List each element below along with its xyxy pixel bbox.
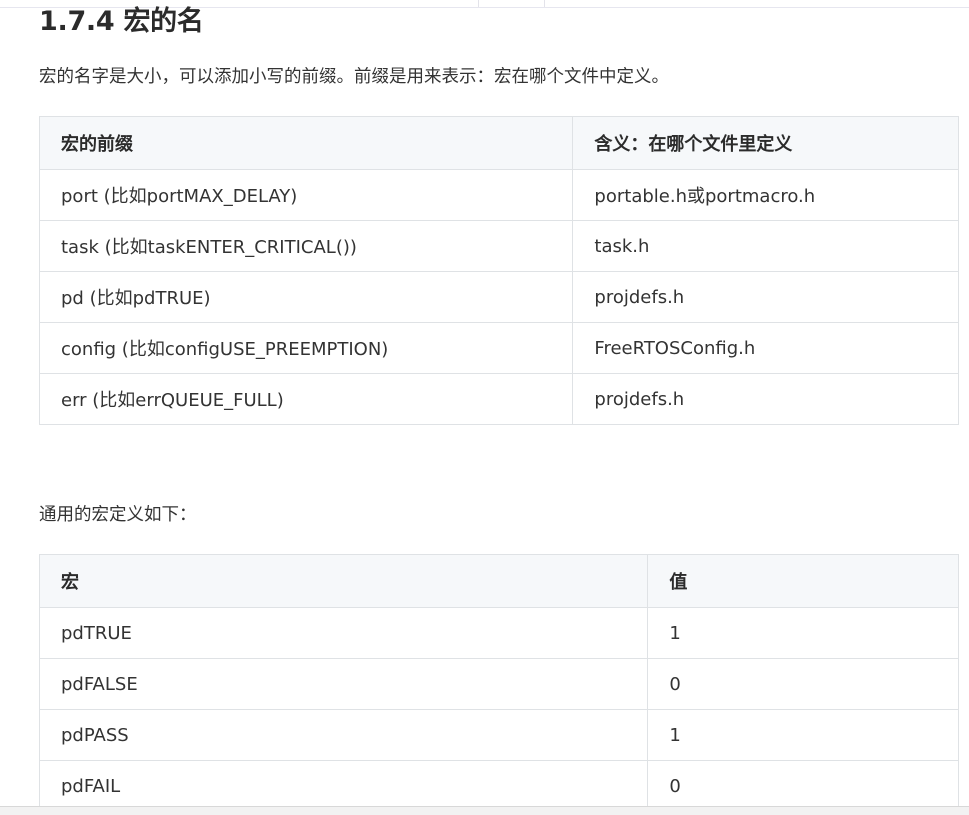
column-header-prefix: 宏的前缀 [38, 116, 574, 170]
prefix-cell: pd (比如pdTRUE) [38, 271, 574, 323]
macro-name-cell: pdPASS [38, 709, 649, 761]
table-header-row: 宏的前缀 含义：在哪个文件里定义 [38, 116, 959, 170]
file-cell: projdefs.h [572, 373, 959, 425]
toolbar-tab-divider [478, 0, 545, 7]
column-header-value: 值 [647, 554, 959, 608]
table-row: pdFALSE 0 [38, 658, 959, 710]
file-cell: task.h [572, 220, 959, 272]
column-header-macro: 宏 [38, 554, 649, 608]
table-row: pdFAIL 0 [38, 760, 959, 812]
file-cell: FreeRTOSConfig.h [572, 322, 959, 374]
file-cell: projdefs.h [572, 271, 959, 323]
table-header-row: 宏 值 [38, 554, 959, 608]
macro-value-cell: 0 [647, 658, 959, 710]
prefix-cell: config (比如configUSE_PREEMPTION) [38, 322, 574, 374]
table-row: pd (比如pdTRUE) projdefs.h [38, 271, 959, 323]
macro-value-cell: 1 [647, 709, 959, 761]
prefix-cell: err (比如errQUEUE_FULL) [38, 373, 574, 425]
macro-prefix-table: 宏的前缀 含义：在哪个文件里定义 port (比如portMAX_DELAY) … [38, 116, 959, 425]
macro-value-cell: 1 [647, 607, 959, 659]
prefix-cell: task (比如taskENTER_CRITICAL()) [38, 220, 574, 272]
table-row: pdPASS 1 [38, 709, 959, 761]
column-header-meaning: 含义：在哪个文件里定义 [572, 116, 959, 170]
table-row: port (比如portMAX_DELAY) portable.h或portma… [38, 169, 959, 221]
common-macros-paragraph: 通用的宏定义如下： [39, 505, 197, 525]
table-row: config (比如configUSE_PREEMPTION) FreeRTOS… [38, 322, 959, 374]
table-row: pdTRUE 1 [38, 607, 959, 659]
macro-name-cell: pdFAIL [38, 760, 649, 812]
table-row: task (比如taskENTER_CRITICAL()) task.h [38, 220, 959, 272]
intro-paragraph: 宏的名字是大小，可以添加小写的前缀。前缀是用来表示：宏在哪个文件中定义。 [39, 67, 669, 87]
table-row: err (比如errQUEUE_FULL) projdefs.h [38, 373, 959, 425]
macro-value-cell: 0 [647, 760, 959, 812]
common-macros-table: 宏 值 pdTRUE 1 pdFALSE 0 pdPASS 1 pdFAIL 0 [38, 554, 959, 812]
macro-name-cell: pdTRUE [38, 607, 649, 659]
toolbar-tab-divider [544, 0, 545, 7]
file-cell: portable.h或portmacro.h [572, 169, 959, 221]
macro-name-cell: pdFALSE [38, 658, 649, 710]
prefix-cell: port (比如portMAX_DELAY) [38, 169, 574, 221]
section-heading: 1.7.4 宏的名 [39, 6, 204, 37]
